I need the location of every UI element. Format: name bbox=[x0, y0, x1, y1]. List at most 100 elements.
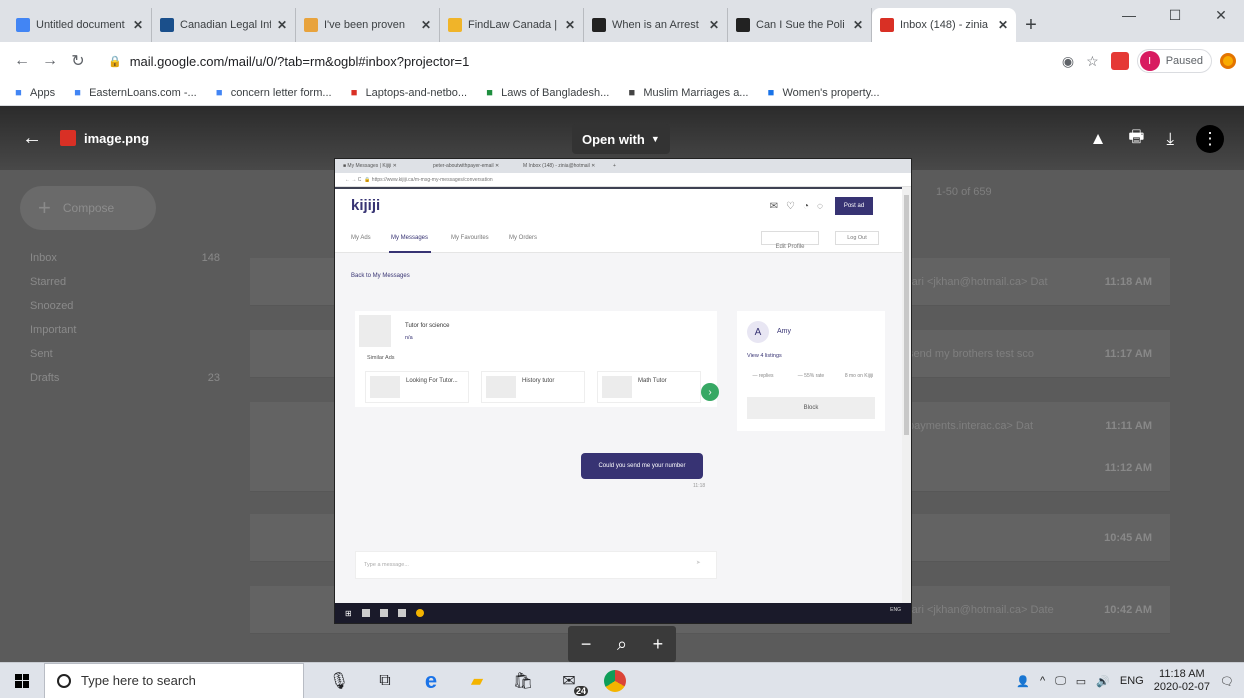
gmail-nav-item: Starred bbox=[30, 276, 220, 288]
send-icon[interactable]: ➤ bbox=[696, 560, 701, 566]
block-button[interactable]: Block bbox=[747, 397, 875, 419]
gmail-nav-label: Starred bbox=[30, 276, 67, 288]
back-to-messages-link[interactable]: Back to My Messages bbox=[351, 273, 410, 279]
address-bar[interactable]: 🔒 mail.google.com/mail/u/0/?tab=rm&ogbl#… bbox=[98, 47, 1056, 75]
back-arrow-icon[interactable]: ← bbox=[8, 47, 36, 75]
browser-tab[interactable]: I've been proven ✕ bbox=[296, 8, 440, 42]
mic-icon[interactable]: 🎙 bbox=[328, 670, 350, 692]
extension-orange-icon[interactable] bbox=[1220, 53, 1236, 69]
close-tab-icon[interactable]: ✕ bbox=[565, 18, 575, 32]
browser-tab[interactable]: Untitled document ✕ bbox=[8, 8, 152, 42]
sent-message-bubble: Could you send me your number bbox=[581, 453, 703, 479]
browser-tab[interactable]: Can I Sue the Poli ✕ bbox=[728, 8, 872, 42]
volume-icon[interactable]: 🔊 bbox=[1096, 675, 1110, 688]
gmail-nav-item: Sent bbox=[30, 348, 220, 360]
forward-arrow-icon[interactable]: → bbox=[36, 47, 64, 75]
mail-app-icon[interactable]: ✉ 24 bbox=[558, 670, 588, 696]
close-tab-icon[interactable]: ✕ bbox=[709, 18, 719, 32]
print-icon[interactable]: 🖶 bbox=[1128, 124, 1144, 153]
reload-icon[interactable]: ↻ bbox=[64, 47, 92, 75]
maximize-icon[interactable]: ☐ bbox=[1152, 0, 1198, 30]
bookmark-item[interactable]: ■ Women's property... bbox=[764, 86, 880, 99]
store-icon[interactable]: 🛍 bbox=[512, 670, 534, 692]
embedded-app-icon bbox=[379, 609, 388, 617]
browser-tab[interactable]: FindLaw Canada | ✕ bbox=[440, 8, 584, 42]
zoom-out-icon[interactable]: − bbox=[581, 634, 592, 655]
chrome-icon[interactable] bbox=[604, 669, 626, 692]
zoom-in-icon[interactable]: + bbox=[653, 634, 664, 655]
close-window-icon[interactable]: ✕ bbox=[1198, 0, 1244, 30]
notification-center-icon[interactable]: 🗨 bbox=[1220, 675, 1234, 688]
language-indicator[interactable]: ENG bbox=[1120, 675, 1144, 687]
close-tab-icon[interactable]: ✕ bbox=[998, 18, 1008, 32]
image-filename: image.png bbox=[84, 130, 150, 146]
close-tab-icon[interactable]: ✕ bbox=[421, 18, 431, 32]
gmail-row-time: 11:11 AM bbox=[1105, 419, 1152, 432]
similar-ad-card[interactable]: Math Tutor bbox=[597, 371, 701, 403]
edit-profile-button[interactable]: Edit Profile bbox=[761, 231, 819, 250]
zoom-reset-icon[interactable]: ⌕ bbox=[617, 634, 627, 655]
task-view-icon[interactable]: ⧉ bbox=[374, 670, 396, 692]
kijiji-logo[interactable]: kijiji bbox=[351, 197, 380, 214]
star-icon[interactable]: ☆ bbox=[1086, 53, 1099, 70]
drive-add-icon[interactable]: ▲ bbox=[1090, 129, 1107, 149]
tab-my-messages[interactable]: My Messages bbox=[391, 235, 428, 241]
profile-paused-button[interactable]: I Paused bbox=[1136, 49, 1212, 73]
file-explorer-icon[interactable]: ▰ bbox=[466, 670, 488, 692]
close-tab-icon[interactable]: ✕ bbox=[133, 18, 143, 32]
bookmark-item[interactable]: ■ Muslim Marriages a... bbox=[625, 86, 749, 99]
bookmark-item[interactable]: ■ Apps bbox=[12, 86, 55, 99]
tab-my-orders[interactable]: My Orders bbox=[509, 235, 537, 241]
new-tab-icon[interactable]: + bbox=[1016, 8, 1046, 42]
globe-icon: ■ bbox=[628, 86, 636, 99]
close-tab-icon[interactable]: ✕ bbox=[853, 18, 863, 32]
ad-title[interactable]: Tutor for science bbox=[405, 323, 449, 329]
tray-chevron-icon[interactable]: ^ bbox=[1040, 675, 1045, 687]
taskbar-search[interactable]: Type here to search bbox=[44, 662, 304, 698]
tab-my-ads[interactable]: My Ads bbox=[351, 235, 371, 241]
battery-icon[interactable]: ▭ bbox=[1076, 675, 1086, 688]
browser-tab[interactable]: Canadian Legal Inf ✕ bbox=[152, 8, 296, 42]
bookmark-item[interactable]: ■ Laptops-and-netbo... bbox=[348, 86, 467, 99]
bookmark-label: Muslim Marriages a... bbox=[643, 86, 749, 99]
message-icon[interactable]: ✉ bbox=[770, 201, 778, 212]
post-ad-button[interactable]: Post ad bbox=[835, 197, 873, 215]
next-arrow-icon[interactable]: › bbox=[701, 383, 719, 401]
tab-my-favourites[interactable]: My Favourites bbox=[451, 235, 489, 241]
gmail-pager: 1-50 of 659 bbox=[936, 186, 992, 198]
close-tab-icon[interactable]: ✕ bbox=[277, 18, 287, 32]
profile-status: Paused bbox=[1165, 55, 1203, 67]
lock-icon: 🔒 bbox=[108, 55, 122, 68]
embedded-start-icon: ⊞ bbox=[345, 608, 352, 618]
start-button[interactable] bbox=[0, 663, 44, 698]
bookmark-item[interactable]: ■ Laws of Bangladesh... bbox=[483, 86, 609, 99]
seller-name[interactable]: Amy bbox=[777, 328, 791, 335]
gmail-nav-label: Sent bbox=[30, 348, 53, 360]
similar-ad-card[interactable]: History tutor bbox=[481, 371, 585, 403]
download-icon[interactable]: ⤓ bbox=[1166, 129, 1174, 149]
people-icon[interactable]: 👤 bbox=[1016, 675, 1030, 688]
browser-tab[interactable]: When is an Arrest ✕ bbox=[584, 8, 728, 42]
heart-icon[interactable]: ♡ bbox=[786, 201, 795, 212]
bookmark-item[interactable]: ■ EasternLoans.com -... bbox=[71, 86, 196, 99]
logout-button[interactable]: Log Out bbox=[835, 231, 879, 245]
open-with-button[interactable]: Open with ▼ bbox=[572, 124, 670, 154]
more-vert-icon[interactable]: ⋮ bbox=[1196, 124, 1224, 153]
network-icon[interactable]: 🖵 bbox=[1055, 675, 1066, 688]
notification-icon[interactable]: ◔ bbox=[803, 201, 809, 212]
cast-icon[interactable]: ◉ bbox=[1062, 53, 1074, 70]
taskbar-clock[interactable]: 11:18 AM 2020-02-07 bbox=[1154, 668, 1210, 694]
bookmark-label: concern letter form... bbox=[230, 86, 332, 99]
edge-icon[interactable]: e bbox=[420, 668, 442, 693]
minimize-icon[interactable]: — bbox=[1106, 0, 1152, 30]
extension-icon[interactable] bbox=[1110, 52, 1129, 70]
account-icon[interactable]: ◌ bbox=[817, 201, 823, 212]
kijiji-page: kijiji ✉ ♡ ◔ ◌ Post ad My Ads My Message… bbox=[335, 187, 903, 605]
message-input[interactable]: Type a message... ➤ bbox=[355, 551, 717, 579]
view-listings-link[interactable]: View 4 listings bbox=[747, 353, 782, 359]
browser-tab[interactable]: Inbox (148) - zinia ✕ bbox=[872, 8, 1016, 42]
similar-ad-card[interactable]: Looking For Tutor... bbox=[365, 371, 469, 403]
bookmark-item[interactable]: ■ concern letter form... bbox=[213, 86, 332, 99]
close-viewer-arrow-icon[interactable]: ← bbox=[22, 127, 42, 150]
notion-icon bbox=[592, 18, 606, 32]
